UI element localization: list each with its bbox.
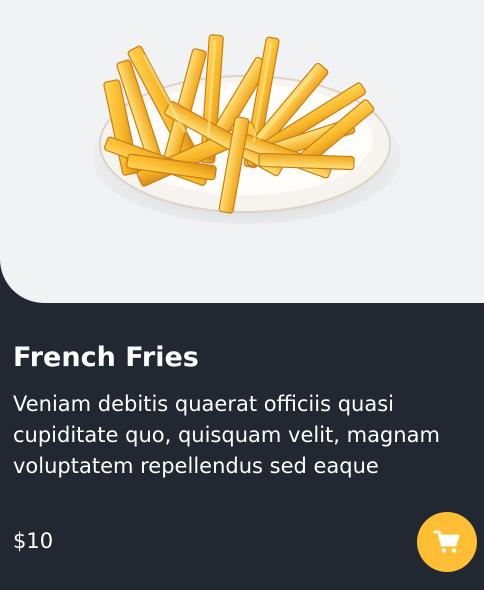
product-card: French Fries Veniam debitis quaerat offi… (0, 0, 484, 590)
french-fries-image (94, 34, 400, 224)
shopping-cart-icon (433, 530, 460, 553)
product-description: Veniam debitis quaerat officiis quasi cu… (13, 392, 440, 478)
product-title: French Fries (13, 342, 199, 373)
add-to-cart-button[interactable] (417, 512, 477, 572)
product-image-area (0, 0, 484, 303)
product-price: $10 (13, 529, 54, 553)
